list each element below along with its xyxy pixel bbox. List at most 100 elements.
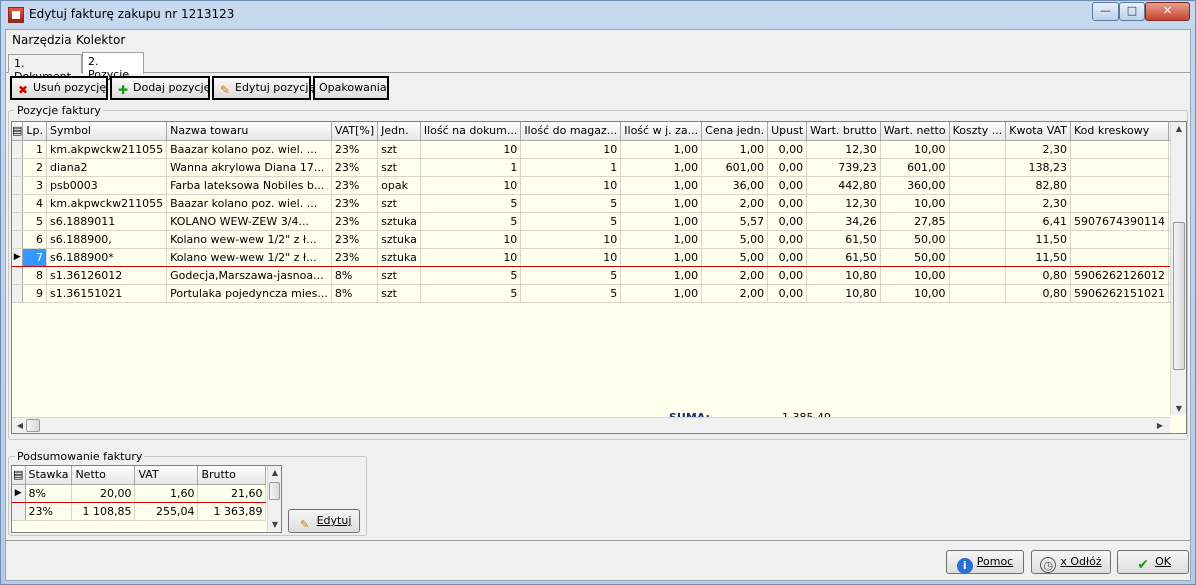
table-cell[interactable]: 10,00	[880, 266, 950, 285]
summary-column-header[interactable]: Netto	[71, 466, 136, 485]
table-cell[interactable]	[1070, 194, 1169, 213]
table-cell[interactable]: 7	[22, 247, 48, 267]
edit-summary-button[interactable]: ✎ Edytuj	[288, 509, 360, 533]
column-header[interactable]: Nazwa towaru	[166, 122, 332, 141]
table-cell[interactable]: 10,00	[880, 140, 950, 159]
table-cell[interactable]: 9	[22, 284, 48, 303]
table-cell[interactable]: 5,57	[701, 212, 769, 231]
table-cell[interactable]: 5906262151021	[1070, 284, 1169, 303]
table-cell[interactable]: 2,30	[1005, 140, 1071, 159]
table-cell[interactable]: szt	[377, 194, 421, 213]
table-cell[interactable]: 10	[520, 176, 622, 195]
vscroll-thumb[interactable]	[1173, 222, 1185, 370]
grid-corner-icon[interactable]: ▤	[12, 122, 24, 141]
row-indicator[interactable]	[12, 194, 24, 213]
table-cell[interactable]: 138,23	[1005, 158, 1071, 177]
table-cell[interactable]: s1.36151021	[46, 284, 168, 303]
table-cell[interactable]: 27,85	[880, 212, 950, 231]
remove-position-button[interactable]: ✖ Usuń pozycję	[10, 76, 108, 100]
table-cell[interactable]	[1070, 230, 1169, 249]
table-cell[interactable]: 6	[22, 230, 48, 249]
column-header[interactable]: Lp.	[22, 122, 48, 141]
scroll-up-icon[interactable]: ▲	[1173, 122, 1185, 136]
table-cell[interactable]: 61,50	[806, 247, 881, 267]
table-cell[interactable]: 1,00	[701, 140, 769, 159]
ok-button[interactable]: ✔ OK	[1117, 550, 1189, 574]
summary-vscroll-thumb[interactable]	[269, 482, 280, 500]
tab-pozycje[interactable]: 2. Pozycje	[82, 52, 144, 81]
table-cell[interactable]: 8%	[331, 284, 379, 303]
summary-corner-icon[interactable]: ▤	[12, 466, 26, 485]
table-cell[interactable]: 10,80	[806, 284, 881, 303]
table-cell[interactable]: 23%	[331, 158, 379, 177]
table-cell[interactable]: 0,00	[767, 158, 808, 177]
table-cell[interactable]: 10	[520, 247, 622, 267]
table-cell[interactable]: Wanna akrylowa Diana 17...	[166, 158, 332, 177]
table-cell[interactable]: Baazar kolano poz. wiel. ...	[166, 140, 332, 159]
tab-dokument[interactable]: 1. Dokument	[8, 54, 82, 83]
table-cell[interactable]: 1,00	[620, 266, 703, 285]
table-cell[interactable]: 10,00	[880, 194, 950, 213]
table-cell[interactable]: s6.188900*	[46, 247, 168, 267]
postpone-button[interactable]: ◷ x Odłóż	[1031, 550, 1111, 574]
positions-grid[interactable]: ▤ Lp. Symbol Nazwa towaru VAT[%] Jedn. Ilość n…	[11, 121, 1187, 434]
table-cell[interactable]	[949, 230, 1007, 249]
table-row[interactable]: 9 s1.36151021 Portulaka pojedyncza mies...…	[12, 284, 1186, 303]
table-cell[interactable]: 1,00	[620, 140, 703, 159]
table-cell[interactable]: 5906262126012	[1070, 266, 1169, 285]
table-cell[interactable]: 0,00	[767, 140, 808, 159]
table-cell[interactable]: 601,00	[880, 158, 950, 177]
table-cell[interactable]	[949, 266, 1007, 285]
table-cell[interactable]: 5	[22, 212, 48, 231]
table-cell[interactable]: 0,00	[767, 194, 808, 213]
table-cell[interactable]: 12,30	[806, 140, 881, 159]
table-cell[interactable]: opak	[377, 176, 421, 195]
table-cell[interactable]: Farba lateksowa Nobiles b...	[166, 176, 332, 195]
column-header[interactable]: Jedn.	[377, 122, 421, 141]
summary-grid[interactable]: ▤ Stawka Netto VAT Brutto ▶ 8% 20,00 1,60 21,60 2…	[11, 465, 282, 533]
summary-cell[interactable]: 8%	[25, 483, 73, 503]
table-cell[interactable]: 11,50	[1005, 247, 1071, 267]
table-cell[interactable]	[949, 247, 1007, 267]
table-cell[interactable]: Godecja,Marszawa-jasnoa...	[166, 266, 332, 285]
table-cell[interactable]: szt	[377, 158, 421, 177]
table-cell[interactable]: 23%	[331, 247, 379, 267]
table-cell[interactable]: 0,00	[767, 212, 808, 231]
table-cell[interactable]: 11,50	[1005, 230, 1071, 249]
row-indicator[interactable]	[12, 176, 24, 195]
row-indicator[interactable]	[12, 140, 24, 159]
summary-cell[interactable]: 21,60	[197, 483, 267, 503]
table-cell[interactable]: 5	[520, 266, 622, 285]
table-cell[interactable]: sztuka	[377, 247, 421, 267]
column-header[interactable]: Cena jedn.	[701, 122, 769, 141]
column-header[interactable]: Ilość na dokum...	[420, 122, 522, 141]
table-cell[interactable]	[1070, 247, 1169, 267]
table-cell[interactable]: 1,00	[620, 158, 703, 177]
table-cell[interactable]: szt	[377, 266, 421, 285]
summary-vscroll[interactable]: ▲ ▼	[267, 466, 281, 532]
title-bar[interactable]: Edytuj fakturę zakupu nr 1213123 — □ ✕	[1, 1, 1195, 29]
table-cell[interactable]: 12,30	[806, 194, 881, 213]
close-button[interactable]: ✕	[1145, 2, 1190, 21]
table-cell[interactable]: 2,00	[701, 194, 769, 213]
table-cell[interactable]: s6.188900,	[46, 230, 168, 249]
table-cell[interactable]: 1,00	[620, 212, 703, 231]
table-cell[interactable]	[1070, 158, 1169, 177]
table-cell[interactable]: szt	[377, 140, 421, 159]
table-cell[interactable]	[949, 194, 1007, 213]
summary-column-header[interactable]: Stawka	[25, 466, 73, 485]
scroll-down-icon[interactable]: ▼	[1173, 402, 1185, 416]
table-cell[interactable]: 739,23	[806, 158, 881, 177]
table-cell[interactable]: 5	[420, 194, 522, 213]
table-cell[interactable]: 1	[520, 158, 622, 177]
summary-cell[interactable]: 1 363,89	[197, 502, 267, 521]
row-indicator[interactable]	[12, 266, 24, 285]
table-cell[interactable]: 0,00	[767, 230, 808, 249]
table-cell[interactable]: 10	[420, 247, 522, 267]
row-indicator-icon[interactable]: ▶	[12, 483, 26, 503]
row-indicator[interactable]	[12, 502, 26, 521]
table-cell[interactable]: 10,80	[806, 266, 881, 285]
table-cell[interactable]: 23%	[331, 230, 379, 249]
table-cell[interactable]: 601,00	[701, 158, 769, 177]
table-cell[interactable]	[949, 212, 1007, 231]
